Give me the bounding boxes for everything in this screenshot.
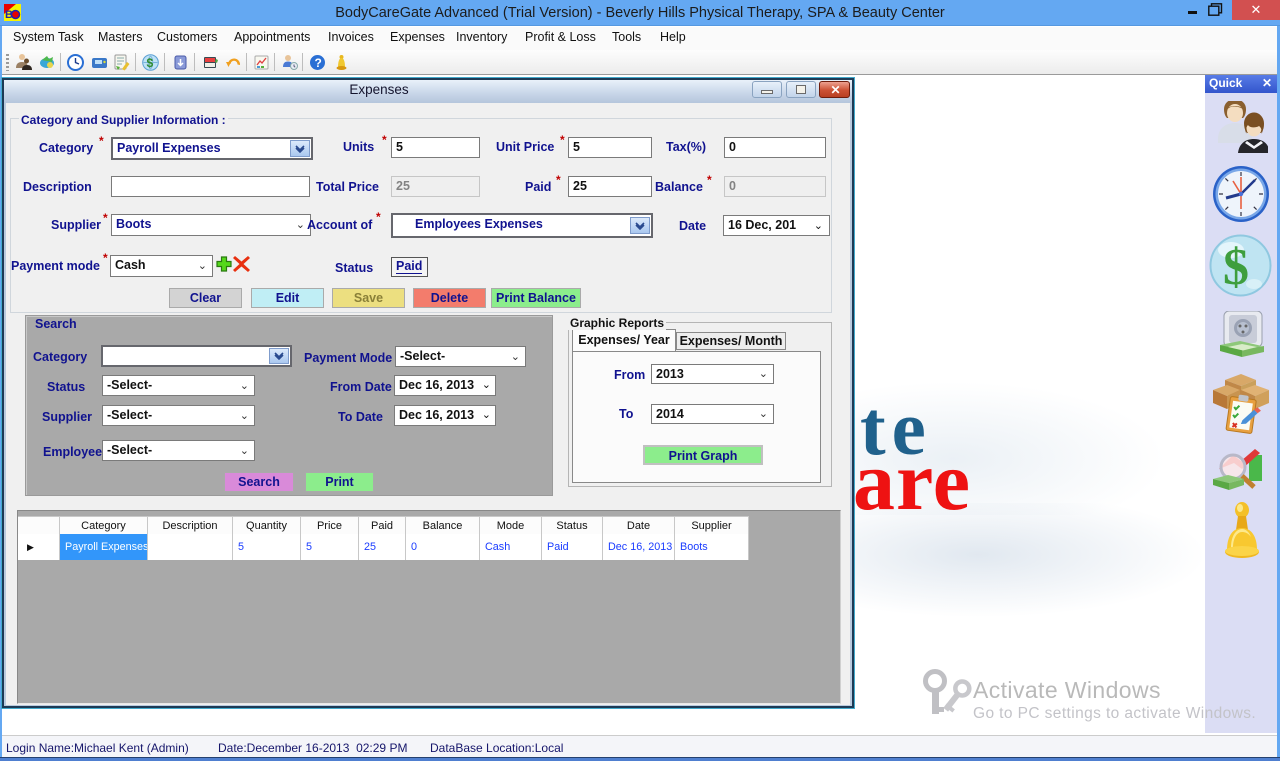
svg-text:$: $ bbox=[147, 56, 154, 70]
svg-text:?: ? bbox=[315, 56, 322, 70]
svg-text:$: $ bbox=[1223, 239, 1249, 296]
